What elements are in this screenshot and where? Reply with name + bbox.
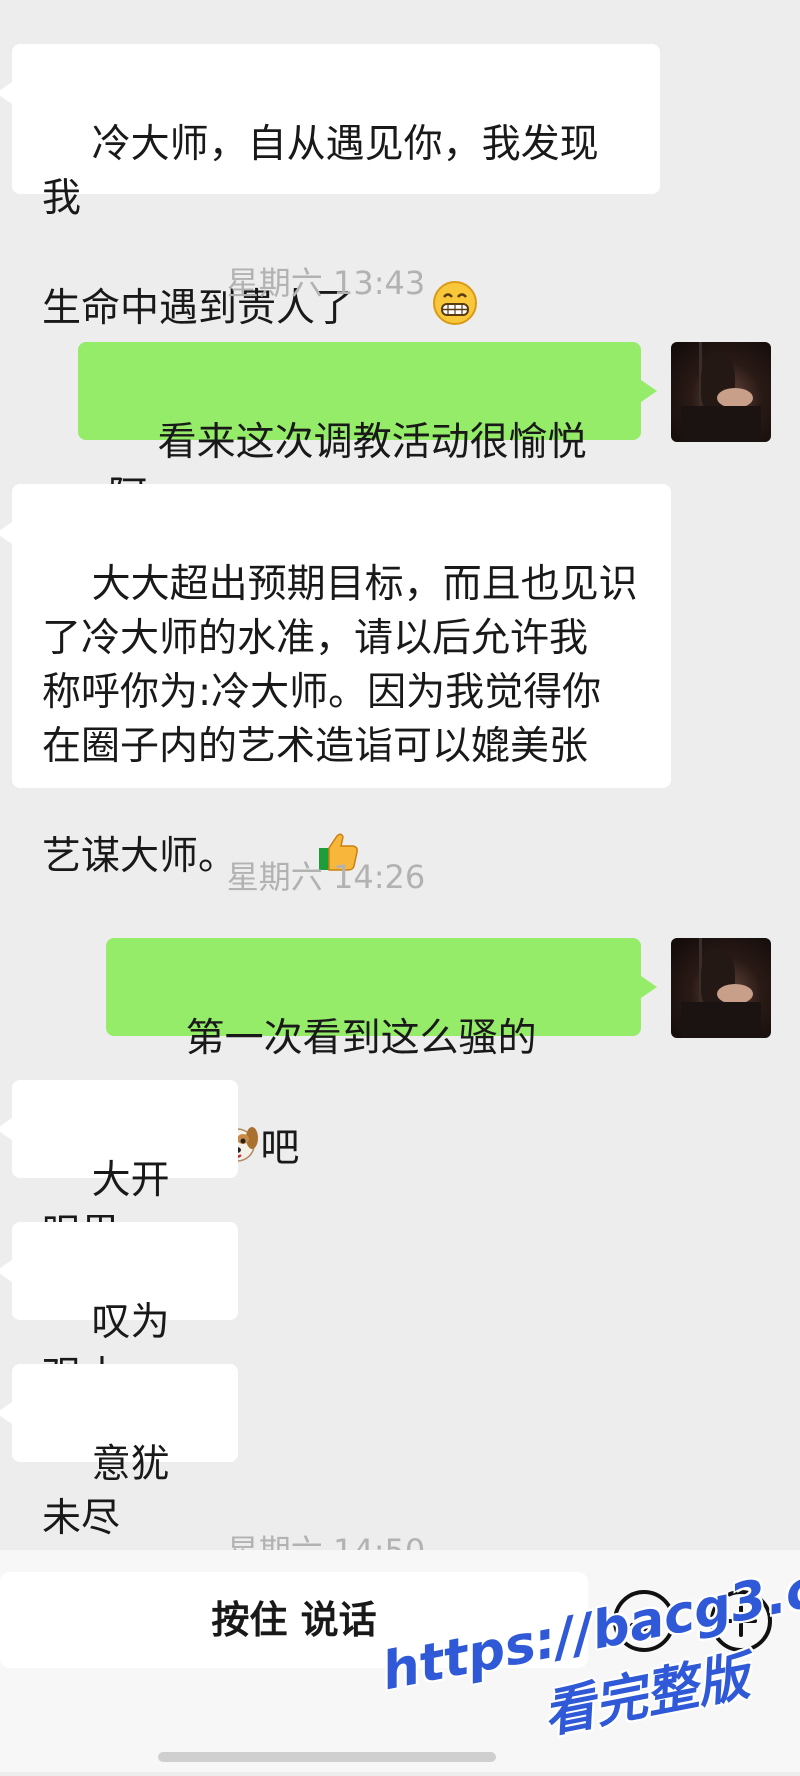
smiley-icon[interactable] <box>613 1590 675 1652</box>
outgoing-message[interactable]: 第一次看到这么骚的 吧 <box>106 938 657 1171</box>
timestamp: 星期六 14:26 <box>226 858 426 896</box>
timestamp: 星期六 13:43 <box>226 264 426 302</box>
chat-area: 冷大师，自从遇见你，我发现我 生命中遇到贵人了 星期六 13:43 看来这次调教… <box>0 0 800 1570</box>
input-bar: 按住 说话 <box>0 1550 800 1772</box>
incoming-message[interactable]: 意犹未尽 <box>0 1364 238 1541</box>
avatar[interactable] <box>671 938 771 1038</box>
plus-icon[interactable] <box>710 1590 772 1652</box>
incoming-message[interactable]: 大开眼界 <box>0 1080 238 1257</box>
avatar[interactable] <box>671 342 771 442</box>
incoming-message[interactable]: 叹为观止 <box>0 1222 238 1399</box>
home-indicator[interactable] <box>158 1752 496 1762</box>
message-text-suffix: 吧 <box>260 1126 300 1171</box>
hold-to-talk-button[interactable]: 按住 说话 <box>0 1572 588 1668</box>
incoming-message[interactable]: 大大超出预期目标，而且也见识 了冷大师的水准，请以后允许我 称呼你为:冷大师。因… <box>0 484 671 879</box>
outgoing-message[interactable]: 看来这次调教活动很愉悦阿 <box>78 342 657 519</box>
incoming-message[interactable]: 冷大师，自从遇见你，我发现我 生命中遇到贵人了 <box>0 44 660 331</box>
message-text: 第一次看到这么骚的 <box>185 1016 537 1061</box>
